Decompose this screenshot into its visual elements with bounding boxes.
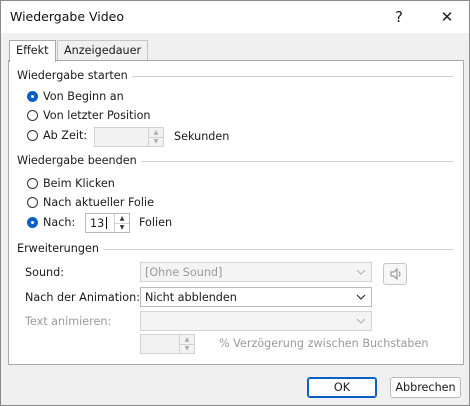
tab-anzeigedauer[interactable]: Anzeigedauer — [57, 40, 149, 61]
radio-nach[interactable] — [27, 217, 38, 228]
after-animation-dropdown[interactable]: Nicht abblenden — [140, 287, 372, 307]
time-down-arrow-icon[interactable]: ▼ — [149, 137, 163, 146]
radio-von-beginn-an[interactable] — [27, 91, 38, 102]
chevron-down-icon — [356, 318, 366, 324]
radio-ab-zeit[interactable] — [27, 130, 38, 141]
chevron-down-icon — [356, 269, 366, 275]
time-stepper[interactable]: ▲ ▼ — [94, 127, 164, 147]
delay-stepper[interactable]: ▲ ▼ — [140, 334, 195, 354]
time-stepper-arrows: ▲ ▼ — [148, 128, 163, 146]
time-unit-label: Sekunden — [174, 130, 230, 143]
slides-unit-label: Folien — [139, 216, 173, 229]
title-bar: Wiedergabe Video ? ✕ — [1, 1, 469, 33]
radio-nach-aktueller-folie[interactable] — [27, 197, 38, 208]
animate-text-dropdown[interactable] — [140, 311, 372, 331]
group-title-start: Wiedergabe starten — [17, 69, 132, 82]
after-animation-label: Nach der Animation: — [25, 291, 140, 304]
chevron-down-icon — [356, 294, 366, 300]
animate-text-label: Text animieren: — [25, 315, 112, 328]
cancel-button[interactable]: Abbrechen — [390, 377, 461, 398]
radio-label-von-letzter-position: Von letzter Position — [43, 109, 151, 122]
group-title-extensions: Erweiterungen — [17, 242, 103, 255]
sound-dropdown[interactable]: [Ohne Sound] — [140, 262, 372, 282]
slides-stepper-arrows: ▲ ▼ — [114, 214, 129, 232]
delay-stepper-arrows: ▲ ▼ — [179, 335, 194, 353]
radio-label-nach: Nach: — [43, 216, 76, 229]
sound-value: [Ohne Sound] — [145, 266, 223, 279]
tab-effekt[interactable]: Effekt — [9, 40, 56, 62]
sound-label: Sound: — [25, 266, 64, 279]
dialog-window: Wiedergabe Video ? ✕ Effekt Anzeigedauer… — [0, 0, 470, 406]
radio-label-beim-klicken: Beim Klicken — [43, 177, 115, 190]
dialog-title: Wiedergabe Video — [10, 9, 125, 24]
after-animation-value: Nicht abblenden — [145, 291, 237, 304]
radio-label-von-beginn-an: Von Beginn an — [43, 90, 124, 103]
radio-von-letzter-position[interactable] — [27, 110, 38, 121]
slides-down-arrow-icon[interactable]: ▼ — [115, 223, 129, 232]
slides-stepper[interactable]: 13 ▲ ▼ — [85, 213, 130, 233]
text-caret — [106, 217, 107, 229]
radio-label-ab-zeit: Ab Zeit: — [43, 129, 88, 142]
close-button[interactable]: ✕ — [427, 1, 467, 33]
help-button[interactable]: ? — [379, 1, 419, 33]
speaker-icon — [390, 267, 401, 281]
delay-label: % Verzögerung zwischen Buchstaben — [219, 337, 429, 350]
sound-preview-button[interactable] — [383, 263, 407, 285]
ok-button[interactable]: OK — [307, 377, 377, 398]
slides-value[interactable]: 13 — [90, 217, 104, 230]
radio-beim-klicken[interactable] — [27, 178, 38, 189]
radio-label-nach-aktueller-folie: Nach aktueller Folie — [43, 196, 154, 209]
group-title-end: Wiedergabe beenden — [17, 154, 141, 167]
delay-down-arrow-icon[interactable]: ▼ — [180, 344, 194, 353]
